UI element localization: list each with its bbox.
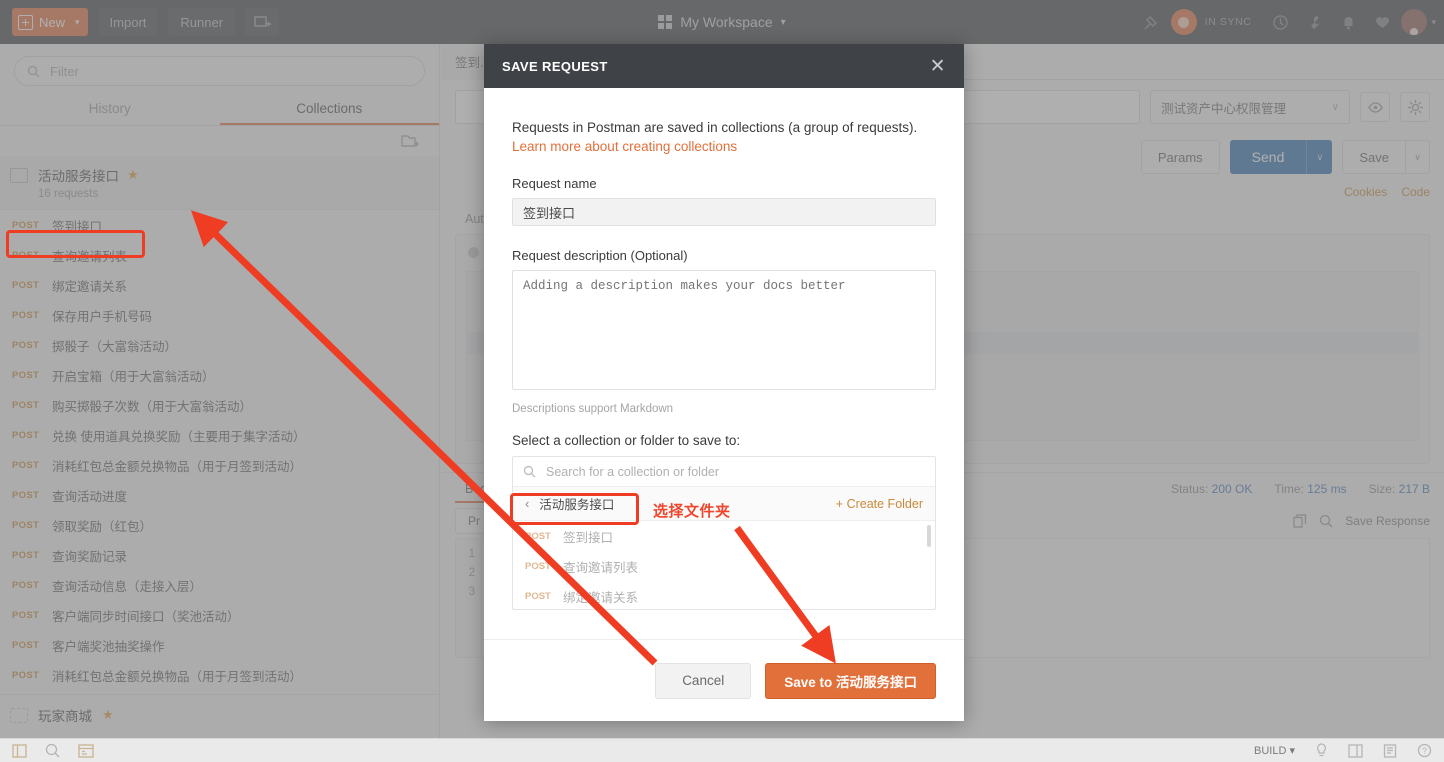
annotation-arrows — [190, 210, 836, 666]
annotation-text-select-folder: 选择文件夹 — [653, 503, 731, 520]
arrow-to-save-button — [734, 525, 836, 664]
postman-window: New ▾ Import Runner My Workspace ▾ — [0, 0, 1444, 762]
arrow-to-sidebar-request — [190, 210, 658, 666]
